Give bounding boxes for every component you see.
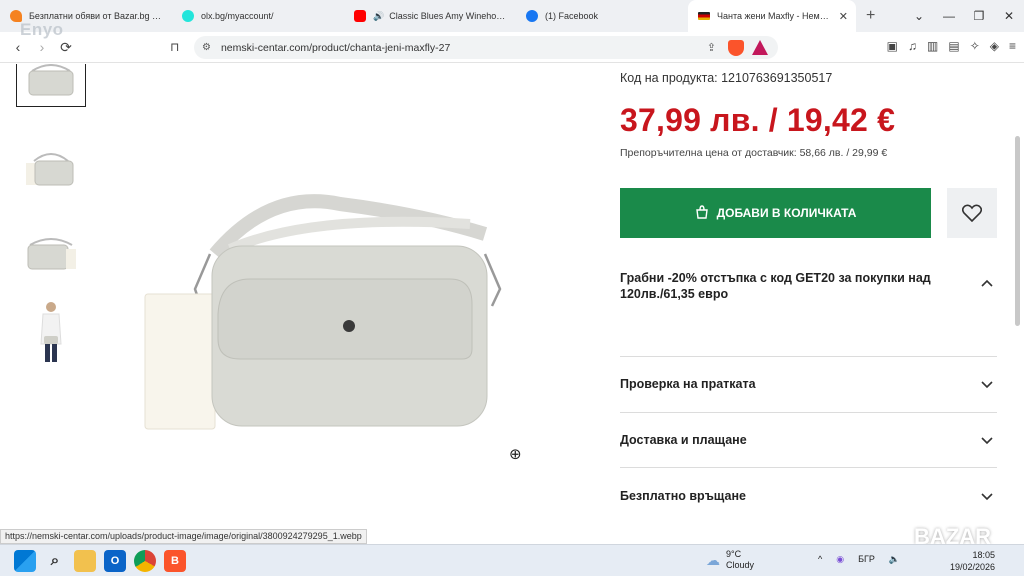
enyo-watermark: Enyo bbox=[20, 20, 64, 39]
tab-facebook[interactable]: (1) Facebook bbox=[516, 0, 688, 32]
chevron-up-icon[interactable] bbox=[980, 278, 994, 288]
outlook-icon[interactable]: O bbox=[104, 549, 126, 572]
chevron-down-icon[interactable] bbox=[980, 380, 994, 390]
divider bbox=[620, 356, 997, 357]
bag-thumbnail-icon bbox=[28, 64, 74, 95]
product-image[interactable] bbox=[140, 194, 510, 439]
back-icon[interactable]: ‹ bbox=[6, 39, 30, 55]
tab-nemski-centar[interactable]: Чанта жени Maxfly - Немски ✕ bbox=[688, 0, 856, 32]
tab-youtube[interactable]: 🔊 Classic Blues Amy Winehouse - bbox=[344, 0, 516, 32]
url-text[interactable]: nemski-centar.com/product/chanta-jeni-ma… bbox=[221, 42, 450, 54]
tab-search-icon[interactable]: ⌄ bbox=[904, 0, 934, 32]
new-tab-button[interactable]: + bbox=[866, 7, 875, 25]
taskbar: ⌕ O B ☁ 9°C Cloudy ^ ◉ БГР 🔈 18:05 19/02… bbox=[0, 544, 1024, 576]
brave-shields-icon[interactable] bbox=[728, 40, 744, 56]
shopping-bag-icon bbox=[695, 204, 709, 222]
add-to-cart-button[interactable]: ДОБАВИ В КОЛИЧКАТА bbox=[620, 188, 931, 238]
add-to-cart-label: ДОБАВИ В КОЛИЧКАТА bbox=[716, 206, 857, 220]
address-bar[interactable]: ⚙ nemski-centar.com/product/chanta-jeni-… bbox=[194, 36, 778, 59]
tab-title: Чанта жени Maxfly - Немски bbox=[717, 11, 832, 21]
vpn-icon[interactable]: ◈ bbox=[990, 39, 999, 53]
reader-mode-icon[interactable]: ▣ bbox=[887, 39, 898, 53]
heart-icon bbox=[962, 204, 982, 222]
accordion-delivery-payment[interactable]: Доставка и плащане bbox=[620, 433, 997, 447]
bookmark-icon[interactable]: ⊓ bbox=[170, 40, 179, 54]
language-indicator[interactable]: БГР bbox=[858, 554, 875, 565]
cloud-icon: ☁ bbox=[706, 551, 720, 568]
forward-icon[interactable]: › bbox=[30, 39, 54, 55]
tab-title: olx.bg/myaccount/ bbox=[201, 11, 274, 21]
bag-thumbnail-icon bbox=[27, 238, 76, 270]
thumbnail-4[interactable] bbox=[16, 300, 86, 364]
media-icon[interactable]: ♫ bbox=[908, 39, 917, 53]
wishlist-button[interactable] bbox=[947, 188, 997, 238]
zoom-icon[interactable]: ⊕ bbox=[509, 445, 522, 463]
window-controls: ⌄ — ❐ ✕ bbox=[904, 0, 1024, 32]
accordion-free-returns[interactable]: Безплатно връщане bbox=[620, 489, 997, 503]
toolbar: ‹ › ⟳ ⊓ ⚙ nemski-centar.com/product/chan… bbox=[0, 32, 1024, 63]
thumbnail-2[interactable] bbox=[16, 138, 86, 196]
weather-desc: Cloudy bbox=[726, 560, 755, 570]
search-icon[interactable]: ⌕ bbox=[44, 550, 66, 572]
weather-widget[interactable]: ☁ 9°C Cloudy bbox=[706, 549, 754, 571]
bag-thumbnail-icon bbox=[26, 153, 74, 186]
brave-rewards-icon[interactable] bbox=[752, 40, 768, 55]
wallet-icon[interactable]: ▤ bbox=[948, 39, 959, 53]
volume-icon[interactable]: 🔈 bbox=[889, 554, 900, 565]
maximize-icon[interactable]: ❐ bbox=[964, 0, 994, 32]
brave-icon[interactable]: B bbox=[164, 549, 186, 572]
facebook-favicon-icon bbox=[526, 10, 538, 22]
tab-title: (1) Facebook bbox=[545, 11, 599, 21]
app-tray-icon[interactable]: ◉ bbox=[836, 554, 844, 565]
chevron-down-icon[interactable] bbox=[980, 492, 994, 502]
menu-icon[interactable]: ≡ bbox=[1009, 39, 1016, 53]
weather-temp: 9°C bbox=[726, 549, 742, 559]
share-icon[interactable]: ⇪ bbox=[707, 41, 716, 54]
minimize-icon[interactable]: — bbox=[934, 0, 964, 32]
toolbar-icons: ▣ ♫ ▥ ▤ ✧ ◈ ≡ bbox=[887, 39, 1016, 53]
speaker-icon: 🔊 bbox=[373, 10, 385, 21]
tab-strip: Безплатни обяви от Bazar.bg – об olx.bg/… bbox=[0, 0, 1024, 32]
chevron-down-icon[interactable] bbox=[980, 436, 994, 446]
accordion-check-shipment[interactable]: Проверка на пратката bbox=[620, 377, 997, 391]
product-page: ⊕ Код на продукта: 1210763691350517 37,9… bbox=[0, 64, 1024, 544]
file-explorer-icon[interactable] bbox=[74, 549, 96, 572]
olx-favicon-icon bbox=[182, 10, 194, 22]
divider bbox=[620, 467, 997, 468]
tab-olx[interactable]: olx.bg/myaccount/ bbox=[172, 0, 344, 32]
time: 18:05 bbox=[972, 550, 996, 560]
leo-ai-icon[interactable]: ✧ bbox=[970, 39, 980, 53]
page-scrollbar[interactable] bbox=[1015, 136, 1020, 326]
youtube-favicon-icon bbox=[354, 10, 366, 22]
date: 19/02/2026 bbox=[950, 562, 996, 572]
product-code: Код на продукта: 1210763691350517 bbox=[620, 71, 833, 85]
close-window-icon[interactable]: ✕ bbox=[994, 0, 1024, 32]
chevron-up-icon[interactable]: ^ bbox=[818, 554, 822, 565]
thumbnail-1[interactable] bbox=[16, 64, 86, 107]
site-info-icon[interactable]: ⚙ bbox=[202, 42, 211, 53]
model-thumbnail-icon bbox=[40, 302, 62, 362]
close-tab-icon[interactable]: ✕ bbox=[839, 10, 848, 23]
promo-text[interactable]: Грабни -20% отстъпка с код GET20 за поку… bbox=[620, 270, 950, 302]
thumbnail-3[interactable] bbox=[16, 222, 86, 280]
reload-icon[interactable]: ⟳ bbox=[54, 39, 78, 56]
clock[interactable]: 18:05 19/02/2026 bbox=[950, 549, 995, 573]
chrome-icon[interactable] bbox=[134, 549, 156, 572]
recommended-price: Препоръчителна цена от доставчик: 58,66 … bbox=[620, 147, 888, 159]
product-price: 37,99 лв. / 19,42 € bbox=[620, 102, 896, 138]
windows-start-icon[interactable] bbox=[14, 549, 36, 572]
sidebar-icon[interactable]: ▥ bbox=[927, 39, 938, 53]
divider bbox=[620, 412, 997, 413]
tab-title: Classic Blues Amy Winehouse - bbox=[389, 11, 508, 21]
system-tray: ^ ◉ БГР 🔈 bbox=[818, 554, 900, 565]
flag-favicon-icon bbox=[698, 12, 710, 20]
status-bar-url: https://nemski-centar.com/uploads/produc… bbox=[0, 529, 367, 544]
